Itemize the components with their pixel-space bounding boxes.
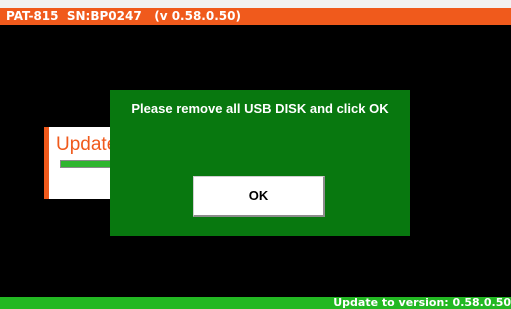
remove-usb-dialog: Please remove all USB DISK and click OK … (110, 90, 410, 236)
update-title: Update (56, 134, 118, 155)
dialog-message: Please remove all USB DISK and click OK (131, 101, 389, 116)
ok-button[interactable]: OK (193, 176, 325, 217)
device-screen: PAT-815 SN:BP0247 (v 0.58.0.50) Update P… (0, 0, 511, 309)
title-bar: PAT-815 SN:BP0247 (v 0.58.0.50) (0, 8, 511, 25)
status-bar: Update to version: 0.58.0.50 (0, 297, 511, 309)
